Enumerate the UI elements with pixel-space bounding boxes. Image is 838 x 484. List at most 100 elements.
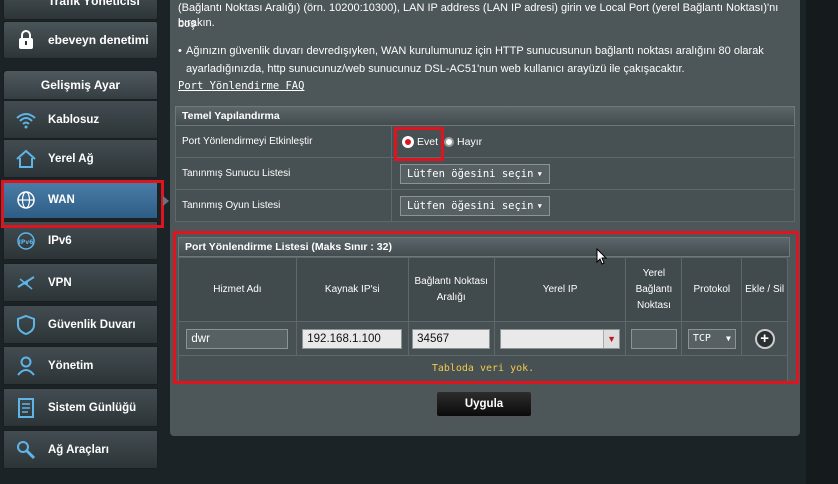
protocol-select[interactable]: TCP ▼ (687, 328, 736, 349)
description-line: (Bağlantı Noktası Aralığı) (örn. 10200:1… (178, 2, 779, 30)
port-range-input[interactable]: 34567 (412, 328, 491, 349)
game-list-row: Tanınmış Oyun Listesi Lütfen öğesini seç… (175, 190, 795, 222)
active-indicator (163, 196, 169, 206)
protocol-value: TCP (692, 332, 711, 344)
main-panel: (Bağlantı Noktası Aralığı) (örn. 10200:1… (170, 0, 800, 436)
col-local-port: Yerel Bağlantı Noktası (625, 257, 683, 322)
traffic-icon (14, 0, 38, 13)
sidebar-item-label: Trafik Yöneticisi (48, 0, 140, 8)
add-rule-icon[interactable]: + (754, 328, 775, 349)
port-list-title: Port Yönlendirme Listesi (Maks Sınır : 3… (178, 237, 790, 257)
enable-value: Evet Hayır (392, 126, 794, 157)
port-list-grid: Hizmet Adı Kaynak IP'si Bağlantı Noktası… (178, 257, 788, 382)
sidebar-item-label: Güvenlik Duvarı (48, 318, 136, 331)
port-list-table: Port Yönlendirme Listesi (Maks Sınır : 3… (178, 237, 798, 382)
enable-row: Port Yönlendirmeyi Etkinleştir Evet Hayı… (175, 126, 795, 158)
log-icon (14, 396, 38, 420)
server-list-value: Lütfen öğesini seçin ▾ (392, 158, 794, 189)
enable-label: Port Yönlendirmeyi Etkinleştir (176, 126, 392, 157)
description-line: bırakın. (178, 17, 215, 29)
sidebar: Trafik Yöneticisi ebeveyn denetimi Geliş… (0, 0, 166, 484)
port-forwarding-faq-link[interactable]: Port Yönlendirme FAQ (178, 80, 304, 92)
server-list-select[interactable]: Lütfen öğesini seçin ▾ (400, 163, 550, 184)
cell-protocol: TCP ▼ (681, 321, 743, 356)
sidebar-item-wan[interactable]: WAN (3, 180, 158, 219)
col-text: Noktası (636, 299, 671, 311)
shield-icon (14, 313, 38, 337)
sidebar-item-label: Yerel Ağ (48, 152, 94, 165)
sidebar-item-parental-control[interactable]: ebeveyn denetimi (3, 21, 158, 59)
basic-config-table: Temel Yapılandırma Port Yönlendirmeyi Et… (175, 106, 795, 222)
ipv6-icon: IPv6 (14, 229, 38, 253)
basic-config-title: Temel Yapılandırma (175, 106, 795, 126)
game-list-select[interactable]: Lütfen öğesini seçin ▾ (400, 195, 550, 216)
col-port-range: Bağlantı Noktası Aralığı (407, 257, 495, 322)
radio-no[interactable] (444, 136, 455, 147)
sidebar-item-firewall[interactable]: Güvenlik Duvarı (3, 305, 158, 344)
col-text: Bağlantı (635, 283, 673, 295)
cell-local-port (625, 321, 683, 356)
mouse-cursor-icon (596, 248, 608, 265)
game-list-label: Tanınmış Oyun Listesi (176, 190, 392, 221)
sidebar-item-lan[interactable]: Yerel Ağ (3, 139, 158, 178)
sidebar-item-label: ebeveyn denetimi (48, 33, 149, 47)
sidebar-item-label: IPv6 (48, 234, 72, 247)
col-text: Aralığı (436, 291, 466, 303)
server-list-label: Tanınmış Sunucu Listesi (176, 158, 392, 189)
sidebar-item-network-tools[interactable]: Ağ Araçları (3, 430, 158, 469)
section-header-advanced: Gelişmiş Ayar (3, 70, 158, 100)
game-list-value: Lütfen öğesini seçin ▾ (392, 190, 794, 221)
cell-add: + (741, 321, 788, 356)
source-ip-input[interactable]: 192.168.1.100 (302, 328, 403, 349)
svg-text:IPv6: IPv6 (19, 239, 34, 246)
sidebar-item-label: VPN (48, 276, 72, 289)
cell-source-ip: 192.168.1.100 (295, 321, 409, 356)
sidebar-item-vpn[interactable]: VPN (3, 263, 158, 302)
sidebar-item-label: WAN (48, 193, 75, 206)
table-header-row: Hizmet Adı Kaynak IP'si Bağlantı Noktası… (178, 257, 788, 322)
bullet-dot: • (178, 45, 182, 57)
bullet-text: Ağınızın güvenlik duvarı devredışıyken, … (186, 45, 764, 57)
user-icon (14, 354, 38, 378)
col-text: Bağlantı Noktası (414, 275, 488, 287)
col-source-ip: Kaynak IP'si (295, 257, 409, 322)
sidebar-item-system-log[interactable]: Sistem Günlüğü (3, 388, 158, 427)
col-text: Yerel (642, 267, 666, 279)
empty-message: Tabloda veri yok. (178, 355, 788, 382)
select-value: Lütfen öğesini seçin (407, 167, 534, 180)
service-name-input[interactable]: dwr (186, 328, 289, 349)
home-icon (14, 147, 38, 171)
select-value: Lütfen öğesini seçin (407, 199, 534, 212)
cell-local-ip: ▼ (493, 321, 627, 356)
server-list-row: Tanınmış Sunucu Listesi Lütfen öğesini s… (175, 158, 795, 190)
tools-icon (14, 438, 38, 462)
sidebar-item-label: Kablosuz (48, 113, 100, 126)
sidebar-item-ipv6[interactable]: IPv6 IPv6 (3, 221, 158, 260)
wifi-icon (14, 108, 38, 132)
radio-yes-label: Evet (417, 135, 439, 148)
apply-button[interactable]: Uygula (436, 391, 532, 417)
sidebar-item-administration[interactable]: Yönetim (3, 346, 158, 385)
cell-service: dwr (178, 321, 297, 356)
sidebar-item-label: Ağ Araçları (48, 443, 109, 456)
col-service: Hizmet Adı (178, 257, 297, 322)
radio-no-label: Hayır (457, 135, 483, 148)
chevron-down-icon[interactable]: ▼ (603, 329, 620, 348)
sidebar-item-traffic-manager[interactable]: Trafik Yöneticisi (3, 0, 158, 20)
sidebar-item-label: Sistem Günlüğü (48, 401, 137, 414)
local-port-input[interactable] (630, 328, 677, 349)
local-ip-input[interactable]: ▼ (500, 328, 621, 349)
col-local-ip: Yerel IP (493, 257, 627, 322)
radio-yes[interactable] (402, 135, 414, 148)
globe-icon (14, 188, 38, 212)
chevron-down-icon: ▾ (536, 199, 543, 212)
cell-port-range: 34567 (407, 321, 495, 356)
sidebar-item-label: Yönetim (48, 359, 94, 372)
chevron-down-icon: ▾ (536, 167, 543, 180)
sidebar-item-wireless[interactable]: Kablosuz (3, 100, 158, 139)
col-protocol: Protokol (681, 257, 743, 322)
vpn-icon (14, 271, 38, 295)
page-background (806, 0, 838, 484)
empty-row: Tabloda veri yok. (178, 355, 788, 382)
col-add-delete: Ekle / Sil (741, 257, 788, 322)
